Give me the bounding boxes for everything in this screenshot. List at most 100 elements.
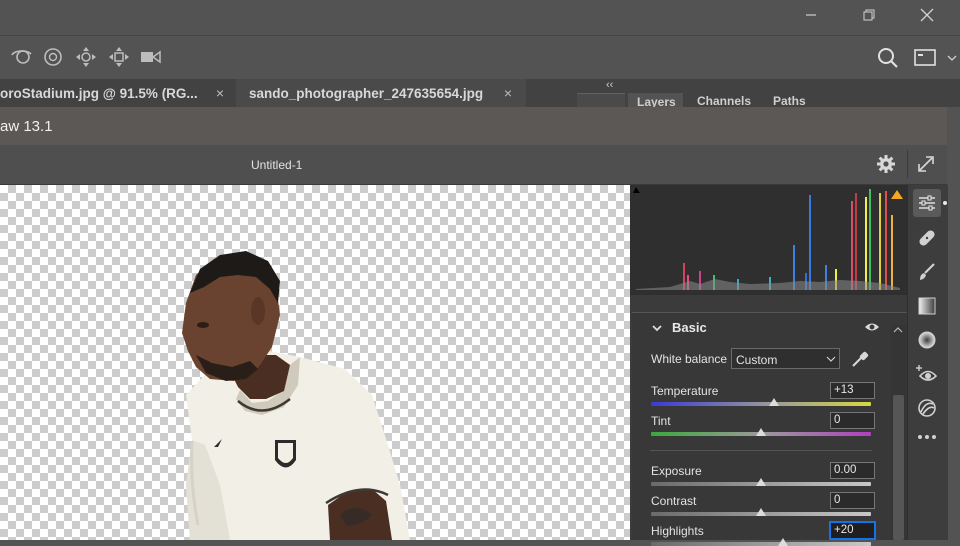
- section-title: Basic: [672, 320, 707, 335]
- slider-row-temperature: Temperature +13: [632, 376, 907, 406]
- radial-filter-button[interactable]: [907, 325, 947, 355]
- panel-scrollbar[interactable]: [891, 325, 906, 540]
- white-balance-label: White balance: [651, 352, 728, 366]
- presets-button[interactable]: [907, 393, 947, 423]
- scrollbar-thumb[interactable]: [893, 395, 904, 540]
- active-tool-indicator: [943, 201, 947, 205]
- eyedropper-icon: [852, 351, 869, 367]
- restore-button[interactable]: [846, 0, 892, 30]
- slider-group-divider: [650, 450, 872, 451]
- workspace-dropdown[interactable]: [946, 52, 958, 64]
- slider-thumb[interactable]: [756, 478, 766, 486]
- scale-3d-button[interactable]: [139, 44, 165, 70]
- dialog-title: aw 13.1: [0, 118, 53, 135]
- settings-button[interactable]: [876, 154, 896, 174]
- histogram-graph: [633, 187, 903, 290]
- minimize-icon: [806, 14, 816, 16]
- slider-row-exposure: Exposure 0.00: [632, 456, 907, 486]
- edit-tool-button[interactable]: [907, 188, 947, 218]
- white-balance-select[interactable]: Custom: [731, 348, 840, 369]
- brush-icon: [920, 263, 935, 280]
- edit-sliders-icon: [919, 195, 935, 211]
- tab-close-icon[interactable]: ×: [213, 86, 227, 100]
- panel-collapse-icon[interactable]: ‹‹: [606, 79, 613, 91]
- chevron-down-icon: [652, 325, 662, 332]
- document-tab-bar: oroStadium.jpg @ 91.5% (RG... × sando_ph…: [0, 79, 575, 107]
- tab-paths[interactable]: Paths: [773, 94, 806, 107]
- slider-value-field[interactable]: +13: [830, 382, 875, 399]
- slider-row-tint: Tint 0: [632, 406, 907, 436]
- panel-tab-strip: ‹‹ Layers Channels Paths: [575, 79, 960, 108]
- red-eye-icon: [916, 365, 938, 381]
- visibility-toggle[interactable]: [864, 321, 880, 333]
- image-canvas[interactable]: [0, 185, 630, 540]
- highlight-clipping-icon: [891, 190, 903, 199]
- dialog-outer-edge: [947, 107, 960, 540]
- slider-label: Contrast: [651, 494, 697, 508]
- fullscreen-button[interactable]: [916, 154, 936, 174]
- slider-thumb[interactable]: [756, 428, 766, 436]
- white-balance-eyedropper[interactable]: [850, 349, 870, 369]
- minimize-button[interactable]: [788, 0, 834, 30]
- tab-label: sando_photographer_247635654.jpg: [249, 85, 484, 101]
- chevron-up-icon: [893, 327, 903, 333]
- slider-value-field[interactable]: +20: [830, 522, 875, 539]
- tab-close-icon[interactable]: ×: [501, 86, 515, 100]
- workspace-button[interactable]: [913, 48, 939, 68]
- slider-row-contrast: Contrast 0: [632, 486, 907, 516]
- slider-thumb[interactable]: [778, 538, 788, 546]
- tab-channels[interactable]: Channels: [697, 94, 751, 107]
- chevron-down-icon: [947, 55, 957, 61]
- rotate-3d-button[interactable]: [8, 44, 34, 70]
- slider-thumb[interactable]: [769, 398, 780, 406]
- panel-grip: [577, 93, 625, 108]
- healing-tool-button[interactable]: [907, 223, 947, 253]
- slider-value-field[interactable]: 0: [830, 492, 875, 509]
- rotate-3d-icon: [11, 50, 32, 64]
- panel-divider: [632, 312, 907, 313]
- close-icon: [920, 8, 934, 22]
- slider-value-field[interactable]: 0.00: [830, 462, 875, 479]
- slider-label: Temperature: [651, 384, 719, 398]
- roll-3d-icon: [44, 48, 62, 66]
- linear-gradient-icon: [918, 297, 936, 315]
- slider-thumb[interactable]: [756, 508, 766, 516]
- drag-3d-button[interactable]: [73, 44, 99, 70]
- slide-3d-button[interactable]: [106, 44, 132, 70]
- gear-icon: [877, 155, 895, 173]
- tab-document-1[interactable]: oroStadium.jpg @ 91.5% (RG... ×: [0, 79, 236, 107]
- workspace-icon: [914, 49, 936, 66]
- scale-3d-video-icon: [141, 50, 161, 64]
- more-icon: [918, 435, 936, 439]
- healing-icon: [919, 230, 935, 246]
- red-eye-button[interactable]: [907, 359, 947, 389]
- restore-icon: [863, 9, 875, 21]
- tab-layers[interactable]: Layers: [628, 93, 683, 108]
- roll-3d-button[interactable]: [40, 44, 66, 70]
- search-button[interactable]: [876, 46, 900, 70]
- slider-track[interactable]: [651, 542, 871, 546]
- tab-document-2[interactable]: sando_photographer_247635654.jpg ×: [236, 79, 526, 107]
- more-tools-button[interactable]: [907, 422, 947, 452]
- histogram: [630, 185, 907, 295]
- header-divider: [907, 150, 908, 178]
- window-title-bar: [0, 0, 960, 34]
- tab-label: oroStadium.jpg @ 91.5% (RG...: [0, 85, 198, 101]
- search-icon: [878, 48, 898, 68]
- slider-value-field[interactable]: 0: [830, 412, 875, 429]
- slider-label: Exposure: [651, 464, 702, 478]
- radial-filter-icon: [918, 331, 936, 349]
- basic-panel: Basic White balance Custom Temperature +1…: [632, 312, 907, 546]
- slide-3d-icon: [109, 47, 129, 67]
- linear-gradient-button[interactable]: [907, 291, 947, 321]
- brush-tool-button[interactable]: [907, 257, 947, 287]
- options-bar: [0, 35, 960, 80]
- expand-icon: [918, 156, 934, 172]
- scroll-up-arrow[interactable]: [893, 325, 903, 335]
- white-balance-value: Custom: [736, 353, 778, 367]
- basic-collapse-toggle[interactable]: [650, 321, 664, 335]
- slider-label: Tint: [651, 414, 671, 428]
- eye-icon: [865, 323, 879, 331]
- close-window-button[interactable]: [904, 0, 950, 30]
- camera-raw-title-bar: aw 13.1: [0, 107, 947, 145]
